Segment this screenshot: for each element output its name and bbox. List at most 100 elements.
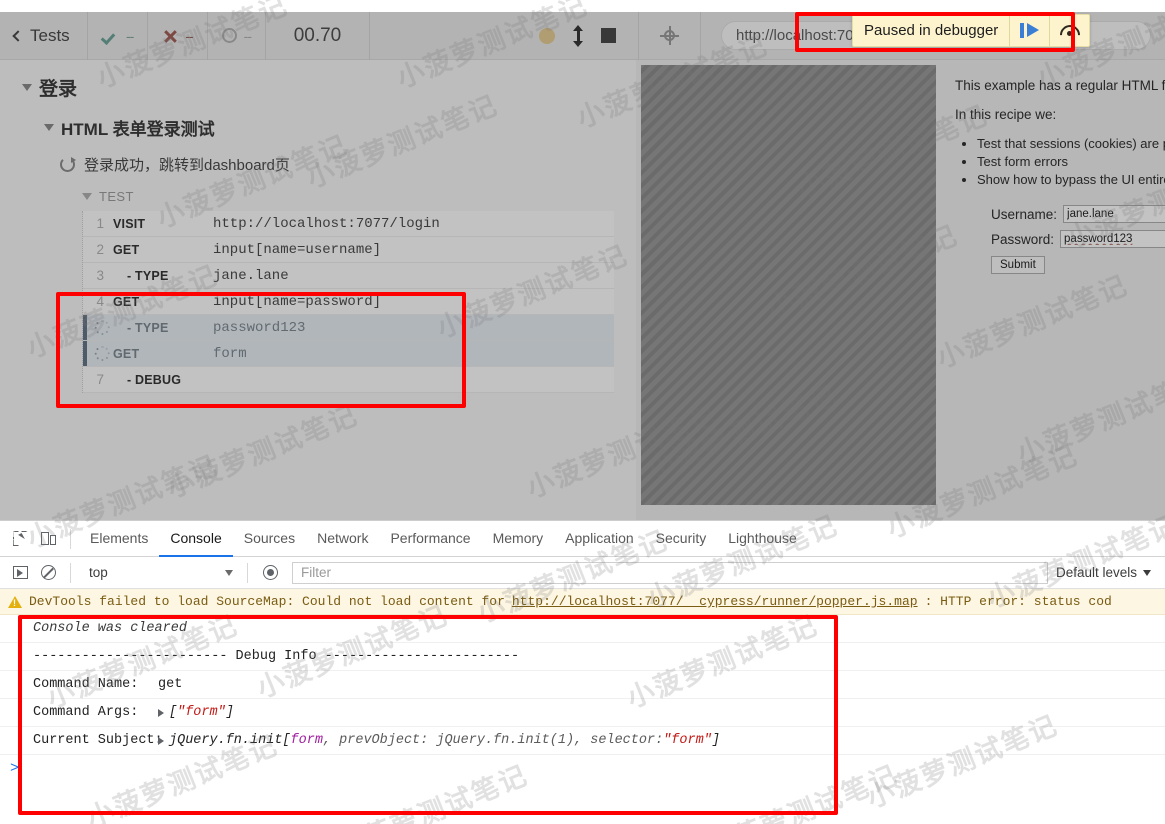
test-item-label: 登录成功，跳转到dashboard页 [84,157,290,174]
command-name-row: Command Name: get [0,671,1165,699]
suite-child-label: HTML 表单登录测试 [61,120,215,139]
resume-script-icon [1019,23,1040,38]
amber-dot-icon[interactable] [539,27,555,44]
app-bullet-list: Test that sessions (cookies) are prop Tes… [955,136,1165,187]
live-expression-button[interactable] [256,559,284,587]
command-log-panel: 登录 HTML 表单登录测试 登录成功，跳转到dashboard页 TEST 1… [0,60,636,520]
tab-network[interactable]: Network [306,521,379,557]
app-content-panel: This example has a regular HTML form tha… [941,60,1165,520]
expand-triangle-icon[interactable] [158,708,164,717]
x-icon [162,28,178,44]
clear-console-button[interactable] [34,559,62,587]
username-row: Username: [991,205,1165,223]
inspect-element-icon [12,531,28,546]
spinner-icon [95,320,111,335]
login-form: Username: Password: Submit [955,205,1165,274]
stat-passed-value: -- [126,27,134,44]
app-bullet-item: Show how to bypass the UI entirely t [977,172,1165,187]
tab-performance[interactable]: Performance [379,521,481,557]
live-expression-icon [262,565,278,580]
subject-form-token: form [290,733,323,748]
warning-icon [8,595,22,608]
runner-controls [370,11,639,60]
stat-pending: -- [208,11,266,60]
divider [70,528,71,549]
command-row[interactable]: 7 - DEBUG [83,367,614,393]
app-root: Tests -- -- -- 00.70 http://localhost:70… [0,0,1165,824]
subject-head: jQuery.fn.init [169,733,283,748]
password-row: Password: [991,230,1165,248]
console-sidebar-button[interactable] [6,559,34,587]
chevron-down-icon [44,124,54,131]
sourcemap-link[interactable]: http://localhost:7077/__cypress/runner/p… [512,594,918,609]
tab-application[interactable]: Application [554,521,645,557]
suite-child[interactable]: HTML 表单登录测试 [0,101,636,140]
hook-group-test[interactable]: TEST [0,175,636,204]
test-item[interactable]: 登录成功，跳转到dashboard页 [0,140,636,175]
command-number: 7 [96,372,104,387]
back-to-tests-label: Tests [30,25,70,45]
runner-timer: 00.70 [266,11,370,60]
console-sidebar-icon [12,566,28,579]
console-cleared-row: Console was cleared [0,615,1165,643]
command-name: - DEBUG [127,372,182,387]
stat-passed: -- [88,11,149,60]
up-down-arrows-icon[interactable] [571,24,585,47]
tab-console[interactable]: Console [159,521,232,557]
command-name: - TYPE [127,320,169,335]
username-field[interactable] [1063,205,1165,223]
args-string: "form" [177,705,226,720]
password-field[interactable] [1060,230,1165,248]
warning-text-before: DevTools failed to load SourceMap: Could… [29,594,505,609]
devtools-tabbar: Elements Console Sources Network Performance… [0,521,1165,557]
app-bullet-item: Test that sessions (cookies) are prop [977,136,1165,151]
console-filter-input[interactable]: Filter [292,561,1048,584]
inspect-element-button[interactable] [6,525,34,553]
clear-console-icon [40,565,56,580]
log-levels-select[interactable]: Default levels [1056,565,1165,580]
tab-security[interactable]: Security [645,521,718,557]
subject-bracket-close: ] [711,733,720,748]
selector-playground-button[interactable] [639,11,701,60]
command-name-label: Command Name: [33,677,139,692]
command-name: GET [113,294,140,309]
device-toolbar-button[interactable] [34,525,62,553]
execution-context-select[interactable]: top [79,562,239,584]
expand-triangle-icon[interactable] [158,736,164,745]
back-to-tests-button[interactable]: Tests [0,11,88,60]
debug-divider-row: ------------------------ Debug Info ----… [0,643,1165,671]
app-bullet-item: Test form errors [977,154,1165,169]
command-message: input[name=password] [213,293,382,310]
command-number: 4 [96,294,104,309]
submit-button[interactable]: Submit [991,256,1045,274]
command-args-row: Command Args: ["form"] [0,699,1165,727]
tab-sources[interactable]: Sources [233,521,306,557]
command-row[interactable]: 1 VISIT http://localhost:7077/login [83,211,614,237]
stop-square-icon[interactable] [601,28,616,43]
tab-lighthouse[interactable]: Lighthouse [717,521,808,557]
paused-in-debugger-bar: Paused in debugger [852,14,1091,49]
crosshair-icon [660,26,679,45]
console-warning-row: DevTools failed to load SourceMap: Could… [0,589,1165,615]
command-row[interactable]: 6GETform [83,341,614,367]
console-prompt-row[interactable]: > [0,755,1165,781]
tab-elements[interactable]: Elements [79,521,159,557]
command-row[interactable]: 3 - TYPE jane.lane [83,263,614,289]
current-subject-label: Current Subject: [33,733,163,748]
runner-body: 登录 HTML 表单登录测试 登录成功，跳转到dashboard页 TEST 1… [0,60,1165,520]
hook-group-label: TEST [99,189,134,204]
suite-root[interactable]: 登录 [0,60,636,101]
command-row[interactable]: 4 GET input[name=password] [83,289,614,315]
devtools-tabs: Elements Console Sources Network Performance… [79,521,808,557]
chevron-down-icon [1143,569,1151,576]
args-bracket-open: [ [169,705,178,720]
command-row[interactable]: 2 GET input[name=username] [83,237,614,263]
username-label: Username: [991,206,1058,222]
command-row[interactable]: 5- TYPEpassword123 [83,315,614,341]
chevron-left-icon [12,29,24,42]
tab-memory[interactable]: Memory [482,521,555,557]
step-over-button[interactable] [1049,15,1089,49]
command-args-label: Command Args: [33,705,139,720]
resume-script-button[interactable] [1009,15,1049,46]
log-levels-value: Default levels [1055,565,1137,580]
